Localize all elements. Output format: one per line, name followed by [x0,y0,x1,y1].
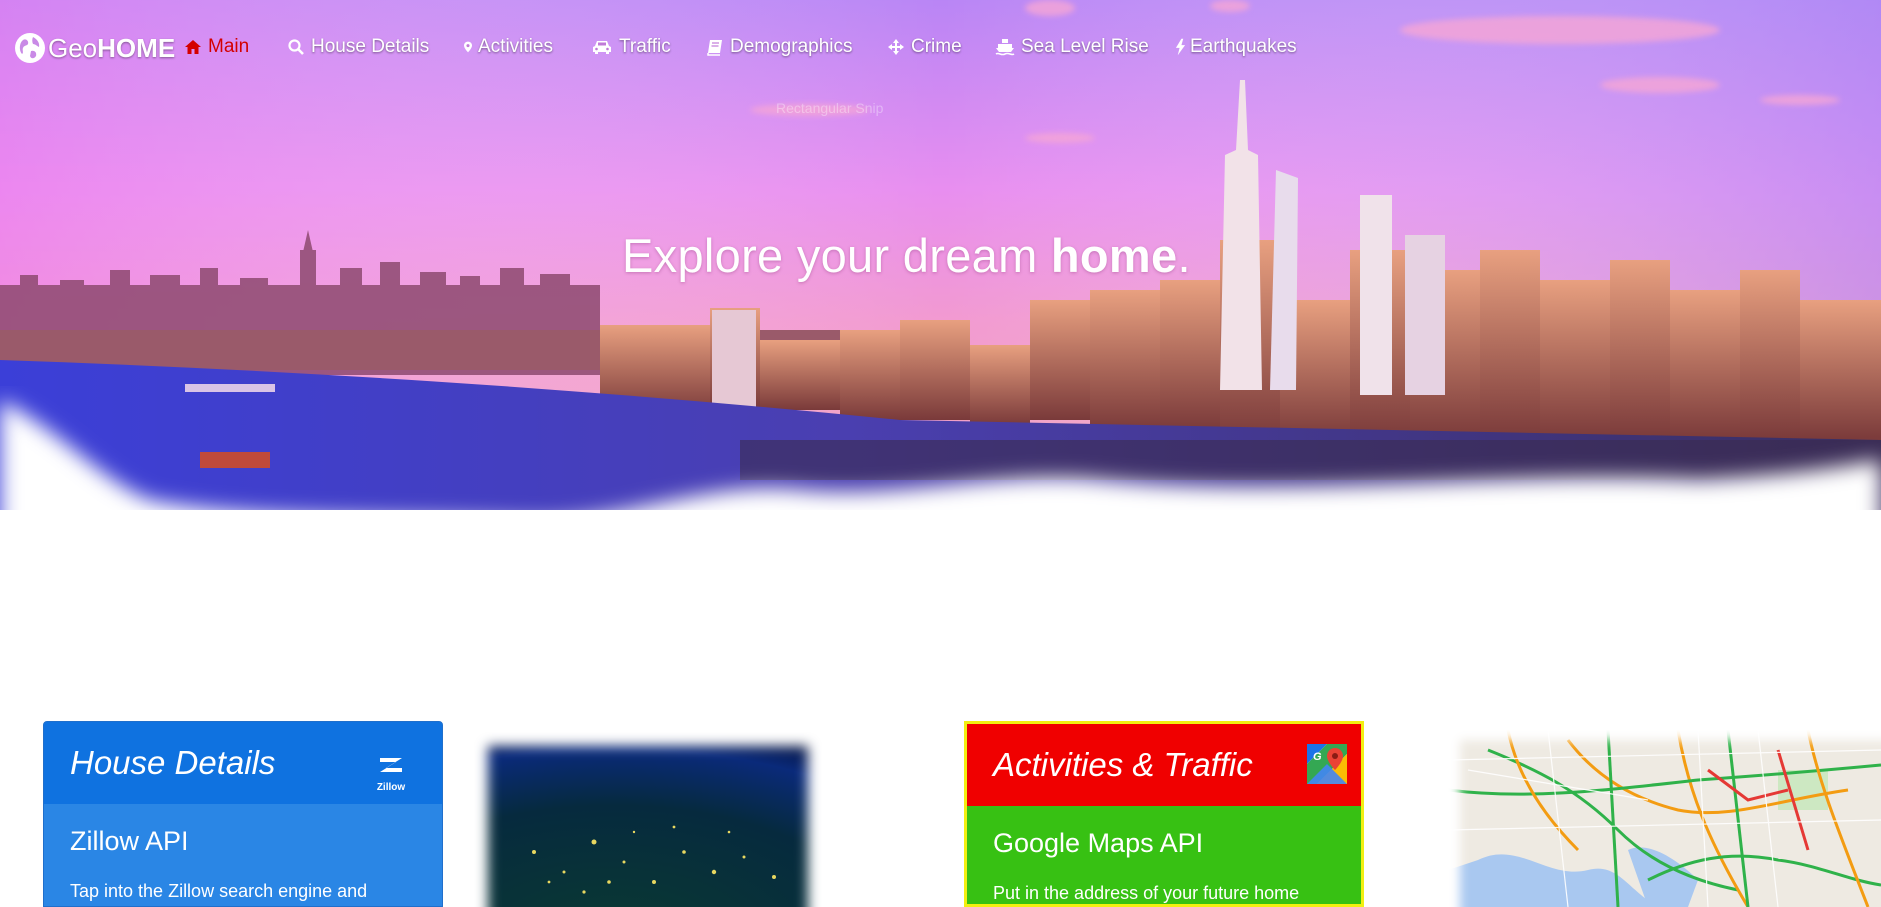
snip-overlay-text: Rectangular Snip [776,100,884,116]
activities-traffic-header: Activities & Traffic G [967,724,1361,806]
house-details-text: Tap into the Zillow search engine and [70,881,368,901]
search-icon [288,39,304,55]
nav-activities[interactable]: Activities [462,36,553,58]
brand-prefix: Geo [48,32,98,63]
tagline-bold: home [1050,229,1178,282]
nav-sea-level-rise[interactable]: Sea Level Rise [995,36,1149,58]
svg-text:G: G [1313,751,1322,763]
nav-demographics-label: Demographics [730,36,853,57]
activities-traffic-title: Activities & Traffic [993,746,1253,783]
nav-earthquakes[interactable]: Earthquakes [1175,36,1297,58]
nav-traffic[interactable]: Traffic [591,36,671,58]
house-details-body: Zillow API Tap into the Zillow search en… [44,804,442,906]
map-marker-icon [464,41,472,53]
nav-traffic-label: Traffic [619,36,671,57]
navbar: Geo HOME Main House Details Activities Tr… [0,0,1881,96]
house-details-header: House Details Zillow [44,722,442,804]
nav-main-label: Main [208,36,250,57]
ship-icon [995,39,1015,56]
crosshairs-icon [888,39,904,55]
traffic-map-image [1448,730,1881,907]
house-details-card[interactable]: House Details Zillow Zillow API Tap into… [43,721,443,907]
nav-crime[interactable]: Crime [887,36,962,58]
zillow-logo-text: Zillow [376,782,406,793]
nav-house-details-label: House Details [311,36,430,57]
activities-traffic-card[interactable]: Activities & Traffic G Google Maps API P… [964,721,1364,907]
nav-activities-label: Activities [478,36,553,57]
tagline-prefix: Explore your dream [622,229,1051,282]
nav-demographics[interactable]: Demographics [706,36,853,58]
brand-logo[interactable]: Geo HOME [14,30,175,66]
nav-main[interactable]: Main [184,36,249,58]
bolt-icon [1175,38,1186,56]
activities-traffic-text: Put in the address of your future home [993,883,1300,903]
car-icon [593,41,611,54]
zillow-logo: Zillow [376,746,406,793]
hero-banner: Geo HOME Main House Details Activities Tr… [0,0,1881,540]
google-maps-icon: G [1307,744,1347,784]
nav-sea-level-rise-label: Sea Level Rise [1021,36,1149,57]
nav-earthquakes-label: Earthquakes [1190,36,1297,57]
tagline-suffix: . [1177,229,1191,282]
globe-icon [15,33,45,63]
hero-tagline: Explore your dream home. [622,228,1191,283]
activities-traffic-subtitle: Google Maps API [993,828,1204,858]
brand-suffix: HOME [97,32,176,63]
nav-crime-label: Crime [911,36,962,57]
book-icon [707,40,722,56]
zillow-icon [380,758,402,772]
activities-traffic-body: Google Maps API Put in the address of yo… [967,806,1361,904]
house-details-subtitle: Zillow API [70,826,189,856]
house-details-title: House Details [70,744,276,781]
earth-at-night-image [474,732,822,907]
home-icon [185,40,201,54]
nav-house-details[interactable]: House Details [287,36,429,58]
